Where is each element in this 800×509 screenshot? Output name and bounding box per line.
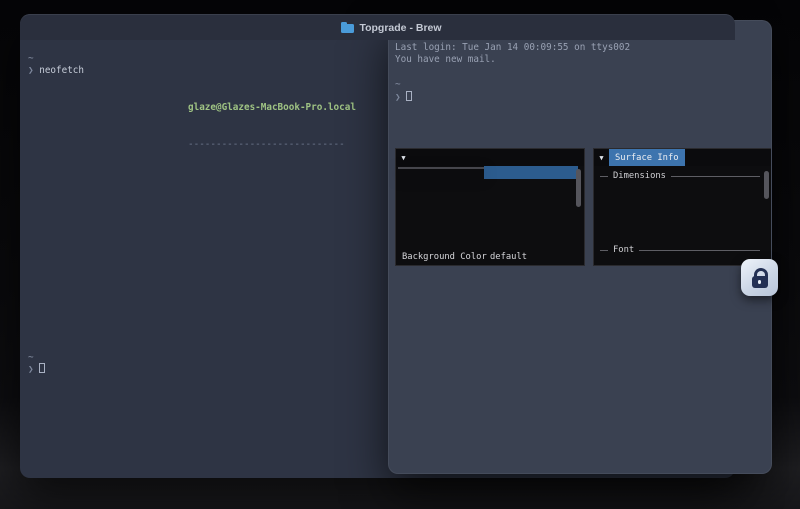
mail-line: You have new mail. bbox=[395, 54, 496, 66]
inspector-dropdown-list bbox=[398, 167, 484, 169]
prompt-chevron: ❯ bbox=[28, 65, 34, 76]
cwd-line: ~ bbox=[395, 79, 401, 91]
window-title: Topgrade - Brew bbox=[359, 22, 441, 34]
text-cursor bbox=[39, 363, 45, 373]
selected-value-row[interactable] bbox=[484, 166, 578, 179]
collapse-arrow-icon[interactable]: ▼ bbox=[396, 149, 411, 166]
prompt-line[interactable]: ❯ bbox=[395, 91, 412, 104]
inspector-panel[interactable]: ▼ Background Color default bbox=[395, 148, 585, 266]
surface-tabbar: ▼ Surface Info bbox=[594, 149, 772, 166]
tab-surface-info[interactable]: Surface Info bbox=[609, 149, 685, 166]
text-cursor bbox=[406, 91, 412, 101]
bottom-row-value: default bbox=[490, 252, 527, 262]
dimensions-separator: Dimensions bbox=[600, 171, 760, 181]
title-area: Topgrade - Brew bbox=[34, 22, 749, 34]
last-login-line: Last login: Tue Jan 14 00:09:55 on ttys0… bbox=[395, 42, 630, 54]
terminal-window-topgrade[interactable]: Last login: Tue Jan 14 00:09:55 on ttys0… bbox=[388, 20, 772, 474]
lock-badge[interactable] bbox=[741, 259, 778, 296]
window-titlebar[interactable]: Topgrade - Brew bbox=[20, 14, 735, 40]
neofetch-separator: ---------------------------- bbox=[188, 139, 356, 151]
bottom-row-label: Background Color bbox=[402, 252, 487, 262]
surface-scrollbar[interactable] bbox=[764, 171, 769, 199]
folder-icon bbox=[341, 24, 354, 33]
lock-icon bbox=[752, 276, 768, 288]
inspector-scrollbar[interactable] bbox=[576, 169, 581, 207]
neofetch-userhost: glaze@Glazes-MacBook-Pro.local bbox=[188, 102, 356, 114]
font-separator: Font bbox=[600, 245, 760, 255]
prompt-line-bottom[interactable]: ❯ bbox=[28, 363, 45, 376]
cwd-line: ~ bbox=[28, 53, 34, 65]
collapse-arrow-icon[interactable]: ▼ bbox=[594, 149, 609, 166]
desktop: ~ ❯ neofetch glaze@Glazes-MacBook-Pro.lo… bbox=[0, 0, 800, 509]
command-line: ❯ neofetch bbox=[28, 65, 84, 77]
neofetch-info-block: glaze@Glazes-MacBook-Pro.local ---------… bbox=[188, 78, 356, 176]
command-text: neofetch bbox=[39, 65, 84, 76]
surface-info-panel[interactable]: ▼ Surface Info Dimensions Font bbox=[593, 148, 772, 266]
inspector-tabbar: ▼ bbox=[396, 149, 584, 166]
